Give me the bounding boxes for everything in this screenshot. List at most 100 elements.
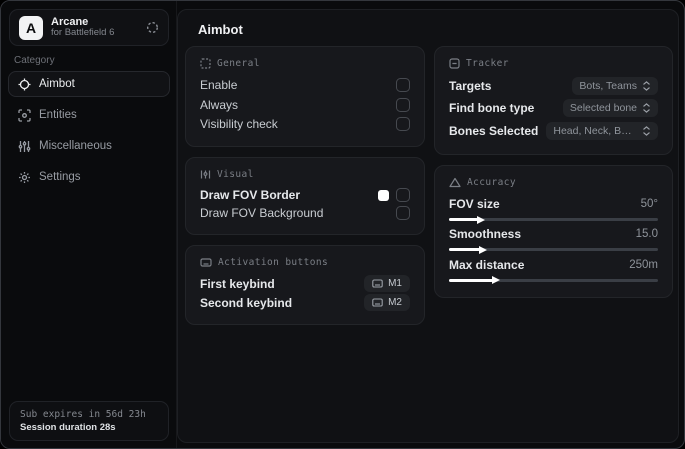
keybind-value: M1 xyxy=(388,278,402,289)
brand-subtitle: for Battlefield 6 xyxy=(51,27,115,39)
slider-value: 50° xyxy=(640,198,658,211)
first-keybind-button[interactable]: M1 xyxy=(364,275,410,292)
accuracy-header-label: Accuracy xyxy=(467,177,516,188)
draw-fov-border-checkbox[interactable] xyxy=(396,188,410,202)
dropdown-value: Bots, Teams xyxy=(579,80,637,93)
always-checkbox[interactable] xyxy=(396,97,410,112)
slider-thumb[interactable] xyxy=(477,215,486,224)
slider-value: 15.0 xyxy=(635,228,658,241)
smoothness-slider[interactable] xyxy=(449,245,658,254)
setting-label: Find bone type xyxy=(449,101,535,116)
setting-row-enable: Enable xyxy=(200,75,410,95)
brand-logo: A xyxy=(19,15,43,40)
sidebar-item-settings[interactable]: Settings xyxy=(8,164,170,190)
unfold-icon xyxy=(642,103,651,114)
targets-dropdown[interactable]: Bots, Teams xyxy=(572,77,658,96)
sidebar-item-aimbot[interactable]: Aimbot xyxy=(8,71,170,97)
setting-row-targets: Targets Bots, Teams xyxy=(449,75,658,97)
keyboard-icon xyxy=(372,279,383,288)
triangle-icon xyxy=(449,177,461,188)
box-minus-icon xyxy=(449,58,460,69)
setting-label: Smoothness xyxy=(449,227,522,242)
options-icon xyxy=(200,169,211,180)
setting-label: Bones Selected xyxy=(449,123,539,138)
sidebar-item-label: Miscellaneous xyxy=(39,140,112,152)
brand-card: A Arcane for Battlefield 6 xyxy=(9,9,169,46)
sidebar: A Arcane for Battlefield 6 Category Aimb… xyxy=(1,1,177,448)
slider-value: 250m xyxy=(629,258,658,271)
general-header-label: General xyxy=(217,58,260,69)
category-label: Category xyxy=(14,55,55,66)
setting-row-draw-fov-background: Draw FOV Background xyxy=(200,204,410,222)
setting-row-first-keybind: First keybind M1 xyxy=(200,274,410,293)
slider-top: Smoothness 15.0 xyxy=(449,227,658,241)
sidebar-nav: Aimbot Entities Miscellaneous Settings xyxy=(8,71,170,190)
setting-label: Max distance xyxy=(449,257,525,272)
controls xyxy=(378,188,410,202)
setting-label: Enable xyxy=(200,77,238,92)
status-card: Sub expires in 56d 23h Session duration … xyxy=(9,401,169,441)
page-title: Aimbot xyxy=(198,22,243,37)
unfold-icon xyxy=(642,125,651,136)
unfold-icon xyxy=(642,81,651,92)
tracker-header-label: Tracker xyxy=(466,58,509,69)
gear-icon xyxy=(18,171,31,184)
subscription-status: Sub expires in 56d 23h xyxy=(20,409,146,420)
tracker-header: Tracker xyxy=(449,58,658,69)
dashed-box-icon xyxy=(200,58,211,69)
fov-size-block: FOV size 50° xyxy=(449,194,658,224)
visual-card: Visual Draw FOV Border Draw FOV Backgrou… xyxy=(185,157,425,235)
app-window: A Arcane for Battlefield 6 Category Aimb… xyxy=(0,0,685,449)
keyboard-icon xyxy=(200,257,212,268)
setting-label: Always xyxy=(200,97,239,112)
setting-label: Draw FOV Border xyxy=(200,188,301,202)
keyboard-icon xyxy=(372,298,383,307)
sidebar-item-entities[interactable]: Entities xyxy=(8,102,170,128)
setting-label: Visibility check xyxy=(200,117,278,132)
setting-label: Draw FOV Background xyxy=(200,206,324,220)
brand-text: Arcane for Battlefield 6 xyxy=(51,16,138,40)
general-card: General Enable Always Visibility check xyxy=(185,46,425,147)
dropdown-value: Head, Neck, Body, Pe.. xyxy=(553,124,637,137)
activation-header: Activation buttons xyxy=(200,257,410,268)
setting-label: First keybind xyxy=(200,276,275,291)
setting-row-bones-selected: Bones Selected Head, Neck, Body, Pe.. xyxy=(449,120,658,142)
fov-size-slider[interactable] xyxy=(449,215,658,224)
dropdown-value: Selected bone xyxy=(569,102,637,115)
tracker-card: Tracker Targets Bots, Teams Find bone ty… xyxy=(434,46,673,155)
setting-row-visibility-check: Visibility check xyxy=(200,114,410,134)
visibility-check-checkbox[interactable] xyxy=(396,117,410,132)
keybind-value: M2 xyxy=(388,297,402,308)
slider-thumb[interactable] xyxy=(479,245,488,254)
sliders-icon xyxy=(18,140,31,153)
setting-row-second-keybind: Second keybind M2 xyxy=(200,293,410,312)
crosshair-icon xyxy=(18,78,31,91)
slider-thumb[interactable] xyxy=(491,276,500,285)
draw-fov-background-checkbox[interactable] xyxy=(396,206,410,220)
smoothness-block: Smoothness 15.0 xyxy=(449,224,658,254)
find-bone-type-dropdown[interactable]: Selected bone xyxy=(562,99,658,118)
sidebar-item-label: Aimbot xyxy=(39,78,75,90)
visual-header-label: Visual xyxy=(217,169,254,180)
enable-checkbox[interactable] xyxy=(396,77,410,92)
accuracy-card: Accuracy FOV size 50° Smoothness 15.0 Ma… xyxy=(434,165,673,298)
sidebar-item-miscellaneous[interactable]: Miscellaneous xyxy=(8,133,170,159)
setting-row-draw-fov-border: Draw FOV Border xyxy=(200,186,410,204)
slider-top: FOV size 50° xyxy=(449,197,658,211)
sidebar-item-label: Settings xyxy=(39,171,81,183)
setting-label: Second keybind xyxy=(200,295,293,310)
setting-row-find-bone-type: Find bone type Selected bone xyxy=(449,97,658,119)
general-header: General xyxy=(200,58,410,69)
slider-top: Max distance 250m xyxy=(449,258,658,272)
sidebar-item-label: Entities xyxy=(39,109,77,121)
scan-icon xyxy=(18,108,31,122)
max-distance-slider[interactable] xyxy=(449,276,658,285)
bones-selected-dropdown[interactable]: Head, Neck, Body, Pe.. xyxy=(546,121,658,140)
max-distance-block: Max distance 250m xyxy=(449,255,658,285)
setting-label: Targets xyxy=(449,79,492,94)
second-keybind-button[interactable]: M2 xyxy=(364,294,410,311)
loading-spinner-icon xyxy=(146,21,159,34)
main-panel: Aimbot General Enable Always Visibility … xyxy=(177,9,679,443)
fov-border-color-swatch[interactable] xyxy=(378,189,389,201)
session-duration: Session duration 28s xyxy=(20,422,116,433)
